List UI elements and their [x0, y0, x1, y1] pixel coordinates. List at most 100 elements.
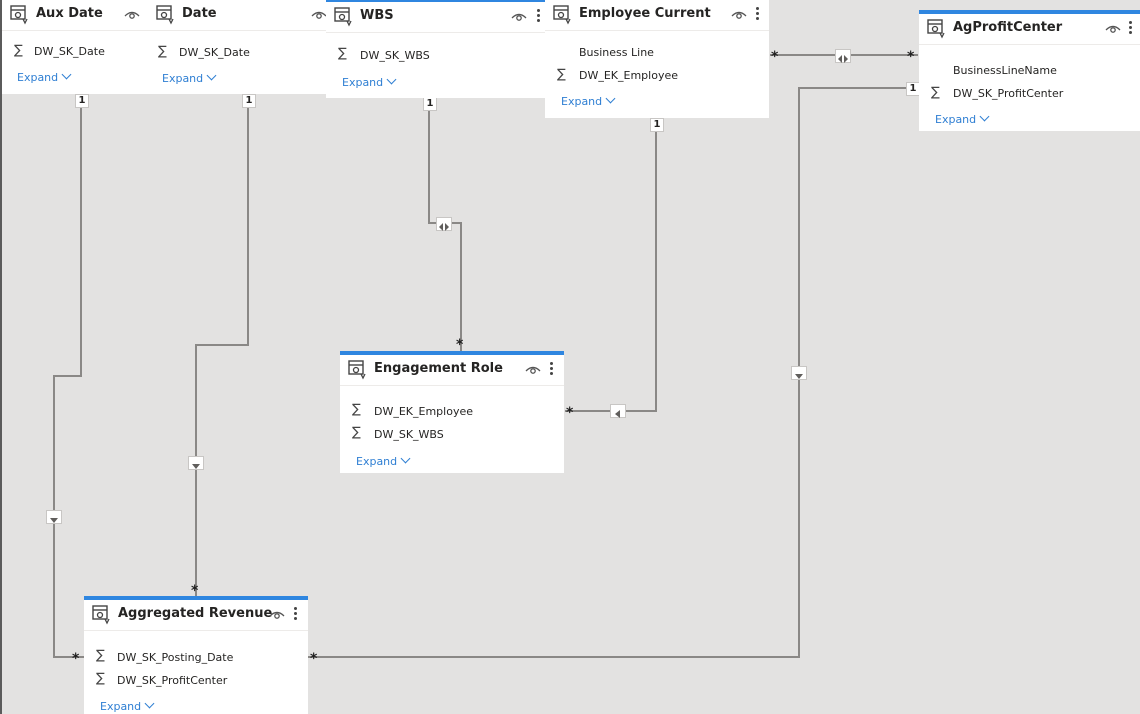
table-title: Date — [182, 6, 217, 21]
expand-button[interactable]: Expand — [935, 111, 990, 126]
more-options-icon[interactable] — [294, 605, 298, 621]
expand-label: Expand — [356, 455, 398, 468]
cardinality-one: 1 — [650, 118, 664, 132]
table-card-employee-current[interactable]: Employee Current Business Line ∑ DW_EK_E… — [545, 0, 769, 118]
header-divider — [545, 30, 769, 31]
field-dw-ek-employee[interactable]: DW_EK_Employee — [579, 69, 678, 82]
field-dw-sk-profitcenter[interactable]: DW_SK_ProfitCenter — [953, 87, 1063, 100]
header-divider — [919, 44, 1140, 45]
expand-button[interactable]: Expand — [17, 69, 72, 84]
sum-icon: ∑ — [352, 425, 361, 440]
table-card-aux-date[interactable]: Aux Date ∑ DW_SK_Date Expand — [2, 0, 148, 94]
expand-label: Expand — [17, 71, 59, 84]
table-header[interactable]: Date — [148, 0, 327, 30]
table-card-wbs[interactable]: WBS ∑ DW_SK_WBS Expand — [326, 0, 549, 98]
cardinality-one: 1 — [423, 97, 437, 111]
cardinality-one: 1 — [75, 94, 89, 108]
cardinality-many: * — [771, 49, 779, 65]
rel-auxdate-aggrev[interactable] — [53, 96, 84, 658]
eye-icon[interactable] — [731, 9, 747, 21]
more-options-icon[interactable] — [756, 5, 760, 21]
rel-date-aggrev[interactable] — [195, 96, 249, 598]
cardinality-many: * — [566, 405, 574, 421]
field-businesslinename[interactable]: BusinessLineName — [953, 64, 1057, 77]
filter-arrow-icon — [791, 366, 807, 380]
table-title: WBS — [360, 8, 394, 23]
field-dw-sk-wbs[interactable]: DW_SK_WBS — [374, 428, 444, 441]
model-canvas[interactable]: 1 1 1 1 1 * * * * * * * Aux Date ∑ DW_SK… — [0, 0, 1140, 714]
expand-label: Expand — [162, 72, 204, 85]
eye-icon[interactable] — [124, 9, 140, 21]
cardinality-many: * — [456, 337, 464, 353]
expand-button[interactable]: Expand — [356, 453, 411, 468]
field-dw-sk-date[interactable]: DW_SK_Date — [34, 45, 105, 58]
sum-icon: ∑ — [96, 648, 105, 663]
filter-arrow-icon — [46, 510, 62, 524]
rel-emp-engrole[interactable] — [565, 118, 657, 412]
table-card-agprofitcenter[interactable]: AgProfitCenter BusinessLineName ∑ DW_SK_… — [919, 10, 1140, 131]
table-card-engagement-role[interactable]: Engagement Role ∑ DW_EK_Employee ∑ DW_SK… — [340, 351, 564, 473]
sum-icon: ∑ — [557, 67, 566, 82]
table-icon — [927, 19, 945, 39]
table-header[interactable]: AgProfitCenter — [919, 14, 1140, 44]
header-divider — [148, 30, 326, 31]
header-divider — [2, 30, 148, 31]
table-icon — [348, 360, 366, 380]
eye-icon[interactable] — [1105, 23, 1121, 35]
table-icon — [334, 7, 352, 27]
field-dw-sk-date[interactable]: DW_SK_Date — [179, 46, 250, 59]
table-title: Aux Date — [36, 6, 103, 21]
header-divider — [326, 32, 549, 33]
bidirectional-filter-icon — [436, 217, 452, 231]
table-title: AgProfitCenter — [953, 20, 1063, 35]
table-header[interactable]: WBS — [326, 2, 549, 32]
table-card-date[interactable]: Date ∑ DW_SK_Date Expand — [148, 0, 327, 94]
chevron-down-icon — [386, 74, 397, 85]
chevron-down-icon — [400, 453, 411, 464]
table-card-aggregated-revenue[interactable]: Aggregated Revenue ∑ DW_SK_Posting_Date … — [84, 596, 308, 714]
cardinality-many: * — [310, 651, 318, 667]
eye-icon[interactable] — [269, 609, 285, 621]
sum-icon: ∑ — [96, 671, 105, 686]
expand-button[interactable]: Expand — [162, 70, 217, 85]
chevron-down-icon — [206, 70, 217, 81]
chevron-down-icon — [605, 93, 616, 104]
expand-button[interactable]: Expand — [100, 698, 155, 713]
more-options-icon[interactable] — [1129, 19, 1133, 35]
table-title: Engagement Role — [374, 361, 503, 376]
eye-icon[interactable] — [525, 364, 541, 376]
field-dw-ek-employee[interactable]: DW_EK_Employee — [374, 405, 473, 418]
expand-button[interactable]: Expand — [561, 93, 616, 108]
chevron-down-icon — [61, 69, 72, 80]
table-title: Employee Current — [579, 6, 711, 21]
sum-icon: ∑ — [158, 44, 167, 59]
sum-icon: ∑ — [352, 402, 361, 417]
table-icon — [10, 5, 28, 25]
expand-label: Expand — [561, 95, 603, 108]
more-options-icon[interactable] — [550, 360, 554, 376]
table-header[interactable]: Aux Date — [2, 0, 148, 30]
field-dw-sk-profitcenter[interactable]: DW_SK_ProfitCenter — [117, 674, 227, 687]
eye-icon[interactable] — [511, 11, 527, 23]
field-dw-sk-wbs[interactable]: DW_SK_WBS — [360, 49, 430, 62]
cardinality-many: * — [72, 651, 80, 667]
sum-icon: ∑ — [338, 46, 347, 61]
table-icon — [553, 5, 571, 25]
expand-label: Expand — [342, 76, 384, 89]
cardinality-one: 1 — [906, 82, 920, 96]
more-options-icon[interactable] — [537, 7, 541, 23]
bidirectional-filter-icon — [835, 49, 851, 63]
table-header[interactable]: Employee Current — [545, 0, 769, 30]
table-title: Aggregated Revenue — [118, 606, 273, 621]
filter-arrow-icon — [610, 404, 626, 418]
field-dw-sk-posting-date[interactable]: DW_SK_Posting_Date — [117, 651, 233, 664]
sum-icon: ∑ — [931, 85, 940, 100]
table-icon — [156, 5, 174, 25]
table-header[interactable]: Aggregated Revenue — [84, 600, 308, 630]
field-business-line[interactable]: Business Line — [579, 46, 654, 59]
expand-button[interactable]: Expand — [342, 74, 397, 89]
table-header[interactable]: Engagement Role — [340, 355, 564, 385]
eye-icon[interactable] — [311, 9, 327, 21]
table-icon — [92, 605, 110, 625]
chevron-down-icon — [979, 111, 990, 122]
